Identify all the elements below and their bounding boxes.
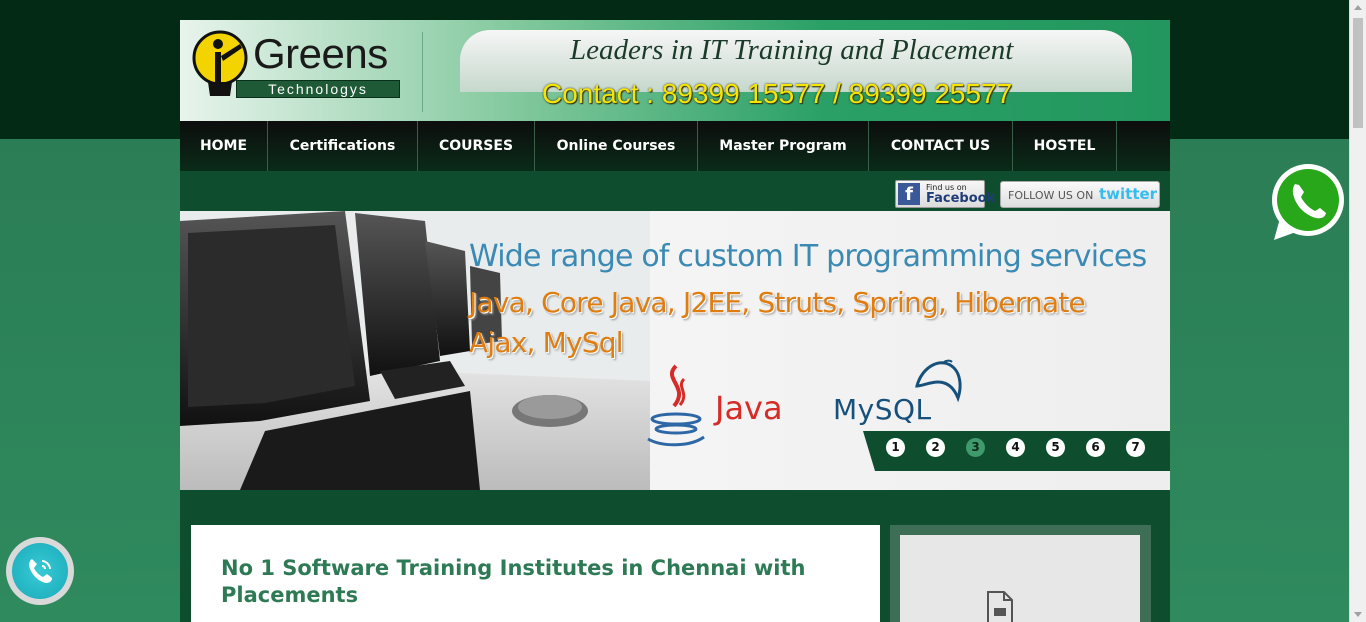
slider-pager: 1 2 3 4 5 6 7 bbox=[863, 431, 1170, 471]
pager-dot-7[interactable]: 7 bbox=[1126, 438, 1145, 457]
main-nav: HOME Certifications COURSES Online Cours… bbox=[180, 121, 1170, 171]
java-logo-icon bbox=[647, 364, 705, 447]
side-panel-inner bbox=[900, 535, 1140, 622]
site-logo[interactable]: Greens Technologys bbox=[190, 28, 420, 113]
logo-tagline: Technologys bbox=[236, 80, 400, 98]
nav-item-master-program[interactable]: Master Program bbox=[698, 121, 869, 171]
nav-item-home[interactable]: HOME bbox=[180, 121, 268, 171]
site-header: Greens Technologys Leaders in IT Trainin… bbox=[180, 20, 1170, 121]
header-divider bbox=[422, 32, 423, 112]
java-label: Java bbox=[715, 389, 783, 427]
nav-item-hostel[interactable]: HOSTEL bbox=[1013, 121, 1117, 171]
side-panel bbox=[890, 525, 1151, 622]
pager-dot-4[interactable]: 4 bbox=[1006, 438, 1025, 457]
slide-subtitle-1: Java, Core Java, J2EE, Struts, Spring, H… bbox=[469, 286, 1086, 319]
header-tagline: Leaders in IT Training and Placement bbox=[570, 34, 1014, 66]
pager-dot-2[interactable]: 2 bbox=[926, 438, 945, 457]
pager-dot-6[interactable]: 6 bbox=[1086, 438, 1105, 457]
twitter-button[interactable]: FOLLOW US ON twitter bbox=[1000, 181, 1160, 208]
mysql-label: MySQL bbox=[833, 393, 932, 426]
hero-slider: Wide range of custom IT programming serv… bbox=[180, 211, 1170, 490]
call-button[interactable] bbox=[6, 537, 74, 605]
phone-call-icon bbox=[29, 559, 52, 583]
slide-title: Wide range of custom IT programming serv… bbox=[469, 239, 1147, 274]
social-bar: f Find us on Facebook FOLLOW US ON twitt… bbox=[180, 171, 1170, 211]
logo-name: Greens bbox=[253, 30, 388, 77]
main-heading: No 1 Software Training Institutes in Che… bbox=[221, 556, 806, 607]
call-button-inner bbox=[12, 543, 68, 599]
document-icon bbox=[987, 591, 1013, 622]
scroll-down-arrow-icon[interactable] bbox=[1354, 612, 1362, 617]
nav-item-certifications[interactable]: Certifications bbox=[268, 121, 418, 171]
main-content-card: No 1 Software Training Institutes in Che… bbox=[191, 525, 880, 622]
facebook-button[interactable]: f Find us on Facebook bbox=[895, 180, 995, 208]
pager-dot-1[interactable]: 1 bbox=[886, 438, 905, 457]
pager-dot-3-active[interactable]: 3 bbox=[966, 438, 985, 457]
scroll-up-arrow-icon[interactable] bbox=[1354, 5, 1362, 10]
scrollbar-thumb[interactable] bbox=[1353, 18, 1363, 128]
twitter-follow-label: FOLLOW US ON bbox=[1008, 189, 1094, 202]
nav-item-contact-us[interactable]: CONTACT US bbox=[869, 121, 1013, 171]
pager-dot-5[interactable]: 5 bbox=[1046, 438, 1065, 457]
nav-item-courses[interactable]: COURSES bbox=[418, 121, 535, 171]
nav-item-online-courses[interactable]: Online Courses bbox=[535, 121, 698, 171]
contact-numbers: Contact : 89399 15577 / 89399 25577 bbox=[542, 78, 1013, 109]
whatsapp-icon[interactable] bbox=[1268, 162, 1348, 244]
facebook-label: Facebook bbox=[926, 191, 996, 206]
page-scrollbar[interactable] bbox=[1349, 0, 1366, 622]
slide-subtitle-2: Ajax, MySql bbox=[469, 326, 624, 359]
facebook-icon: f bbox=[898, 183, 920, 205]
twitter-label: twitter bbox=[1099, 185, 1158, 203]
